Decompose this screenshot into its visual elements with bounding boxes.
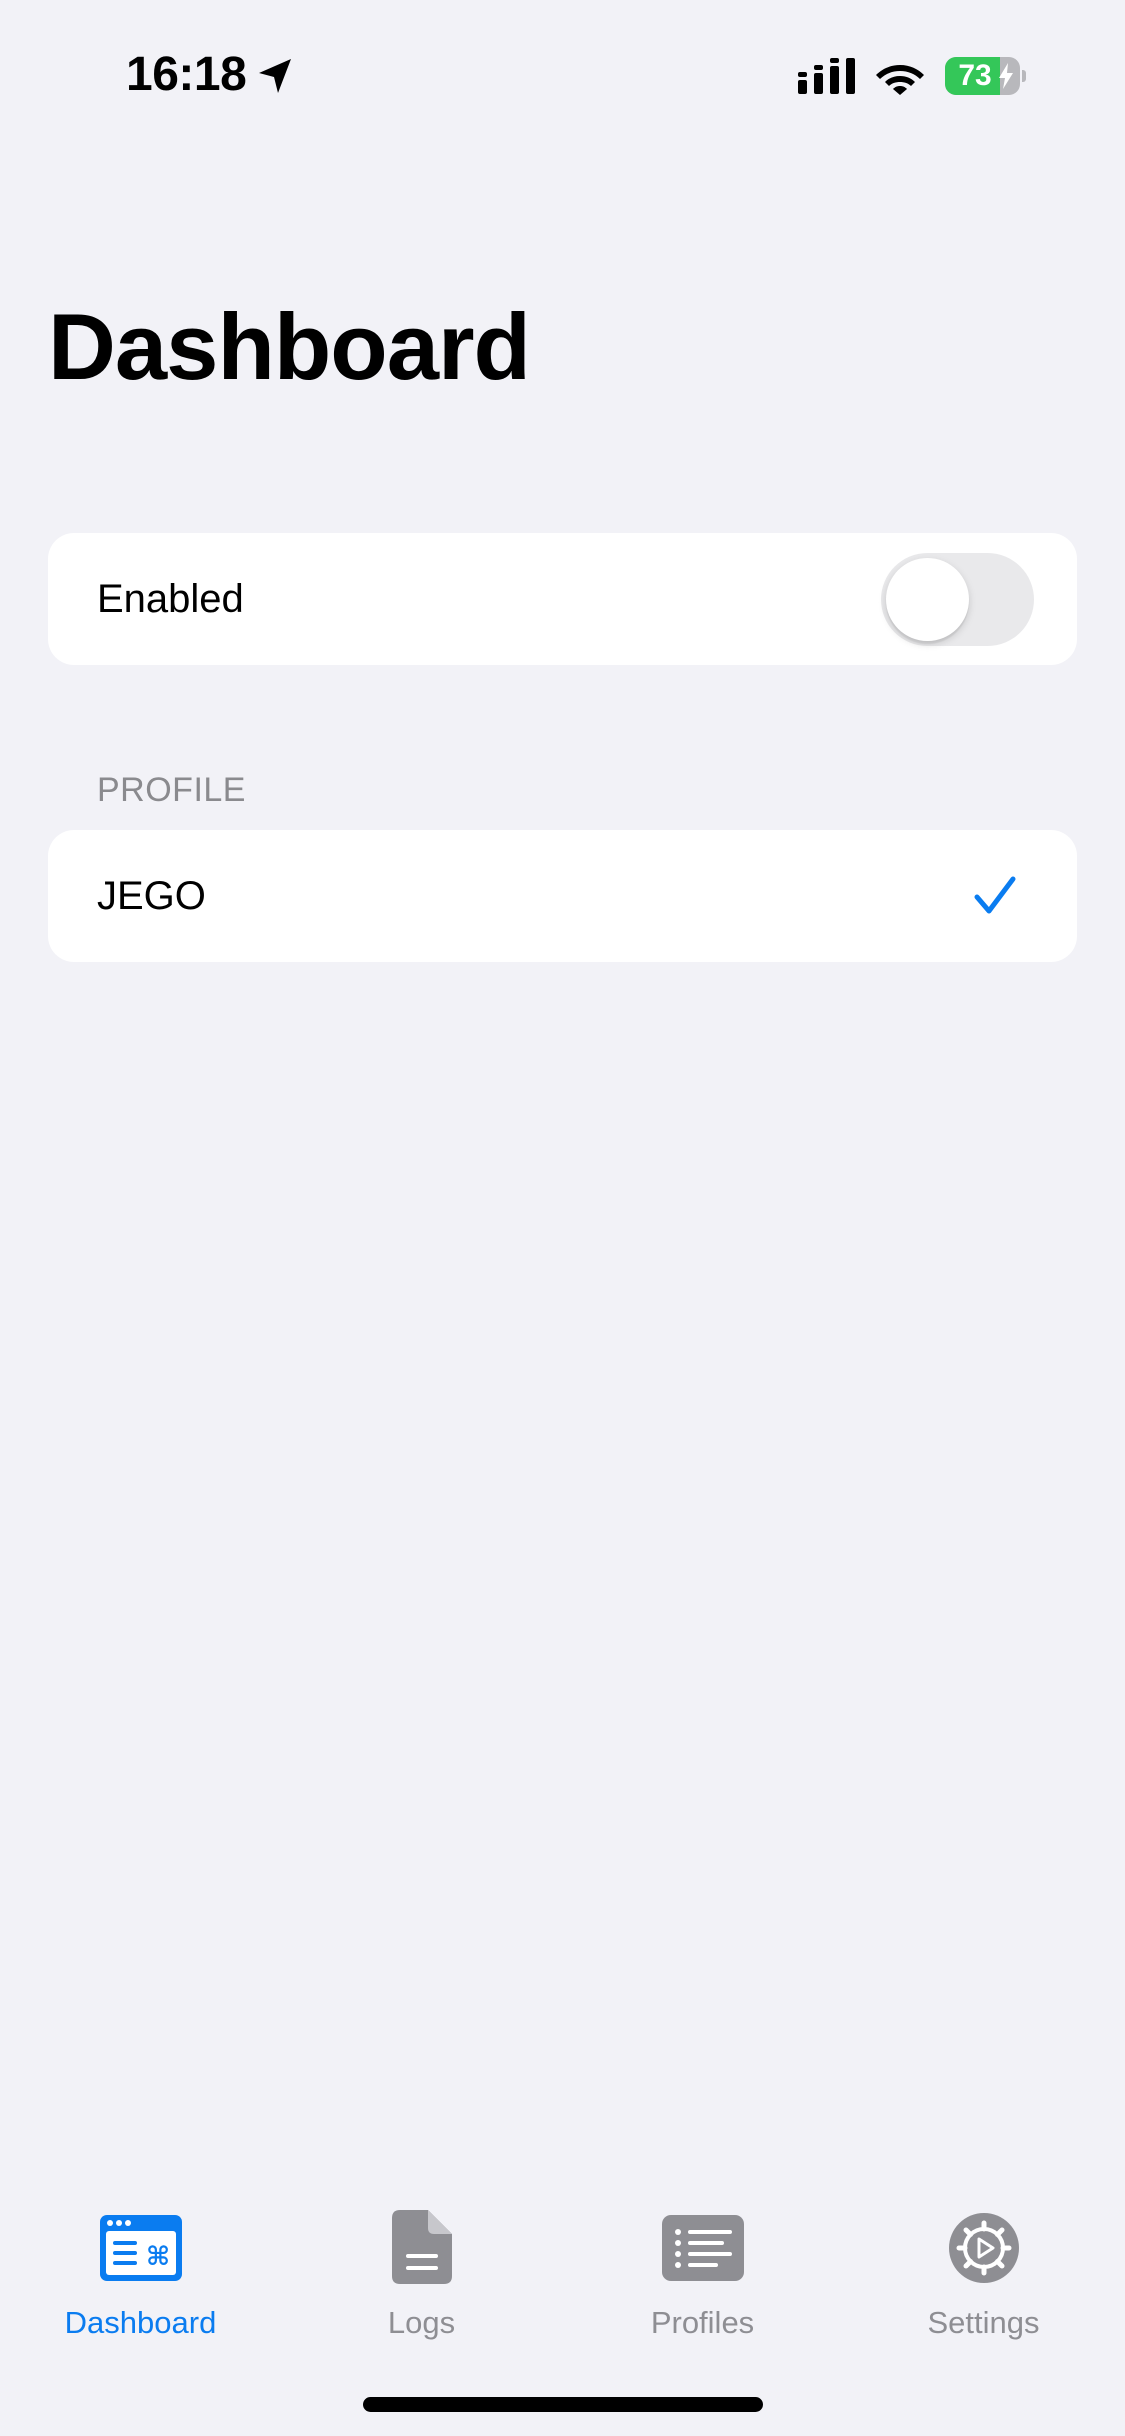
gear-icon xyxy=(948,2213,1019,2283)
dashboard-icon: ⌘ xyxy=(99,2215,182,2281)
cellular-signal-icon xyxy=(798,58,855,94)
battery-indicator: 73 xyxy=(945,57,1026,95)
checkmark-icon xyxy=(974,876,1016,914)
enabled-row: Enabled xyxy=(48,533,1077,665)
svg-text:⌘: ⌘ xyxy=(145,2242,169,2272)
tab-label: Profiles xyxy=(650,2305,755,2340)
tab-label: Dashboard xyxy=(64,2305,217,2340)
profile-section-header: PROFILE xyxy=(97,771,246,809)
tab-label: Logs xyxy=(387,2305,456,2340)
battery-level: 73 xyxy=(958,59,992,92)
tab-dashboard[interactable]: ⌘ Dashboard xyxy=(0,2190,281,2360)
battery-body: 73 xyxy=(945,57,1020,95)
tab-logs[interactable]: Logs xyxy=(281,2190,562,2360)
charging-bolt-icon xyxy=(999,63,1013,89)
enabled-toggle[interactable] xyxy=(881,553,1034,646)
status-time: 16:18 xyxy=(126,48,247,101)
profile-label: JEGO xyxy=(97,874,206,918)
wifi-icon xyxy=(876,65,924,95)
page-title: Dashboard xyxy=(48,294,531,399)
home-indicator[interactable] xyxy=(363,2397,763,2412)
document-icon xyxy=(391,2210,452,2284)
location-arrow-icon xyxy=(259,59,291,93)
status-bar: 16:18 73 xyxy=(0,0,1125,150)
tab-settings[interactable]: Settings xyxy=(843,2190,1124,2360)
battery-cap xyxy=(1022,70,1026,82)
tab-profiles[interactable]: Profiles xyxy=(562,2190,843,2360)
tab-label: Settings xyxy=(927,2305,1040,2340)
list-icon xyxy=(661,2215,744,2281)
enabled-label: Enabled xyxy=(97,577,244,621)
profile-row-jego[interactable]: JEGO xyxy=(48,830,1077,962)
toggle-knob xyxy=(886,558,969,641)
